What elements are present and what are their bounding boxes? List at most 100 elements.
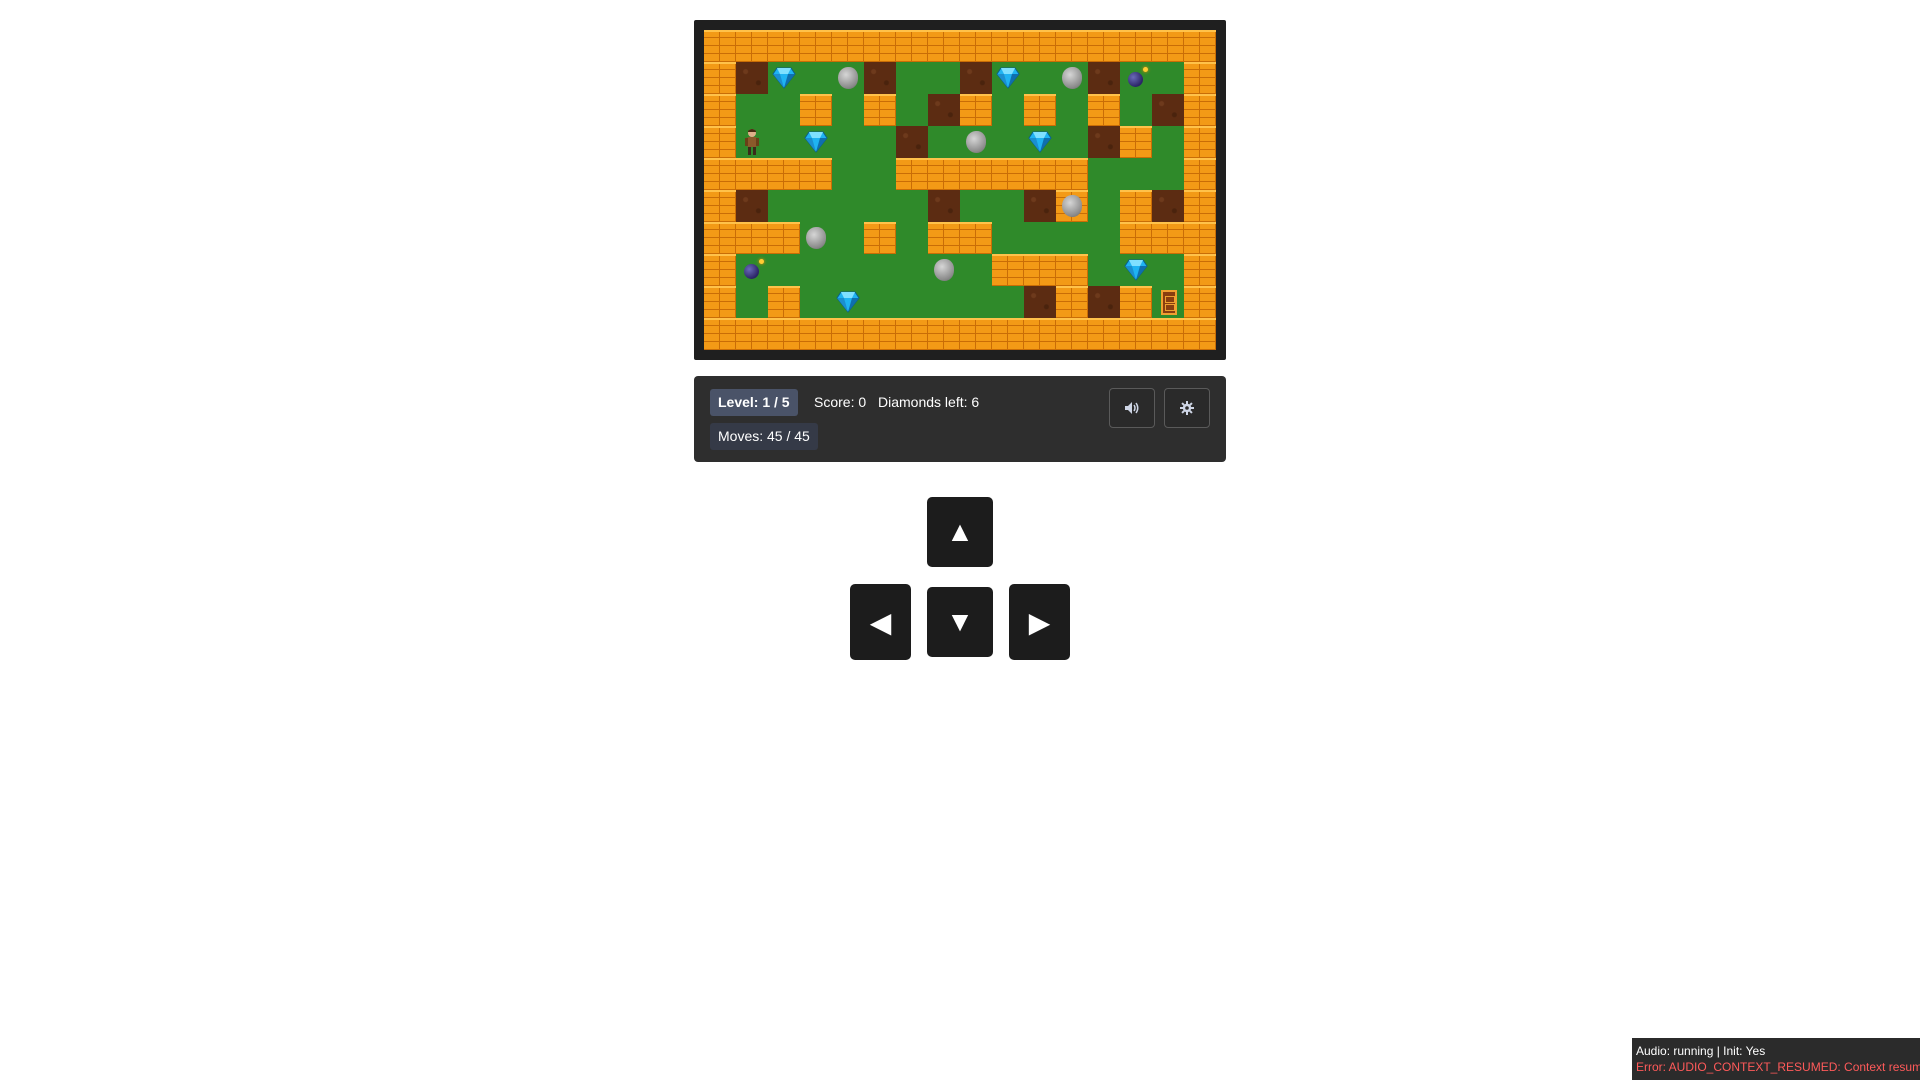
game-board-frame (694, 20, 1226, 360)
bomb-icon (744, 259, 764, 279)
tile-brick-wall (1184, 30, 1216, 62)
tile-brick-wall (1088, 318, 1120, 350)
tile-grass-floor (928, 62, 960, 94)
tile-grass-floor (864, 286, 896, 318)
tile-grass-floor (1088, 222, 1120, 254)
tile-grass-floor (1120, 62, 1152, 94)
tile-dirt (736, 62, 768, 94)
tile-brick-wall (1056, 318, 1088, 350)
tile-brick-wall (768, 286, 800, 318)
tile-brick-wall (864, 30, 896, 62)
tile-grass-floor (832, 286, 864, 318)
tile-grass-floor (992, 94, 1024, 126)
tile-brick-wall (1056, 30, 1088, 62)
score-display: Score: 0 (814, 394, 867, 410)
tile-dirt (928, 190, 960, 222)
tile-grass-floor (896, 254, 928, 286)
tile-brick-wall (960, 94, 992, 126)
tile-grass-floor (1152, 254, 1184, 286)
tile-brick-wall (864, 94, 896, 126)
speaker-icon (1125, 402, 1139, 414)
move-left-button[interactable]: ◀ (850, 584, 911, 660)
tile-brick-wall (800, 30, 832, 62)
tile-brick-wall (1152, 222, 1184, 254)
tile-grass-floor (832, 126, 864, 158)
move-up-button[interactable]: ▲ (927, 497, 993, 567)
audio-state-text: Audio: running | Init: Yes (1636, 1044, 1766, 1058)
tile-brick-wall (832, 318, 864, 350)
tile-grass-floor (1056, 62, 1088, 94)
tile-grass-floor (864, 254, 896, 286)
tile-grass-floor (1120, 254, 1152, 286)
moves-counter: Moves: 45 / 45 (710, 423, 818, 450)
tile-grass-floor (896, 94, 928, 126)
tile-grass-floor (736, 94, 768, 126)
tile-brick-wall (768, 318, 800, 350)
move-right-button[interactable]: ▶ (1009, 584, 1070, 660)
tile-brick-wall (768, 158, 800, 190)
tile-brick-wall (1056, 190, 1088, 222)
tile-grass-floor (992, 126, 1024, 158)
tile-brick-wall (960, 318, 992, 350)
tile-grass-floor (992, 222, 1024, 254)
tile-dirt (1088, 286, 1120, 318)
tile-brick-wall (736, 222, 768, 254)
tile-brick-wall (1024, 30, 1056, 62)
tile-brick-wall (1024, 254, 1056, 286)
tile-grass-floor (736, 126, 768, 158)
tile-brick-wall (1056, 254, 1088, 286)
game-board (704, 30, 1216, 350)
tile-brick-wall (1120, 190, 1152, 222)
tile-brick-wall (1024, 94, 1056, 126)
tile-grass-floor (1088, 254, 1120, 286)
tile-brick-wall (864, 318, 896, 350)
tile-grass-floor (864, 126, 896, 158)
tile-grass-floor (800, 254, 832, 286)
tile-dirt (1088, 62, 1120, 94)
tile-grass-floor (928, 254, 960, 286)
tile-brick-wall (896, 318, 928, 350)
tile-grass-floor (864, 190, 896, 222)
tile-grass-floor (1088, 190, 1120, 222)
tile-brick-wall (1024, 158, 1056, 190)
tile-brick-wall (704, 318, 736, 350)
tile-grass-floor (896, 62, 928, 94)
tile-brick-wall (960, 222, 992, 254)
tile-brick-wall (1120, 126, 1152, 158)
tile-grass-floor (832, 222, 864, 254)
tile-dirt (960, 62, 992, 94)
tile-brick-wall (1184, 62, 1216, 94)
tile-grass-floor (832, 94, 864, 126)
tile-brick-wall (1184, 126, 1216, 158)
tile-brick-wall (992, 254, 1024, 286)
tile-dirt (1152, 190, 1184, 222)
tile-brick-wall (736, 158, 768, 190)
tile-grass-floor (800, 62, 832, 94)
tile-grass-floor (928, 286, 960, 318)
tile-grass-floor (832, 254, 864, 286)
tile-grass-floor (832, 62, 864, 94)
settings-button[interactable] (1164, 388, 1210, 428)
tile-grass-floor (1024, 126, 1056, 158)
sound-toggle-button[interactable] (1109, 388, 1155, 428)
audio-error-text: Error: AUDIO_CONTEXT_RESUMED: Context re… (1636, 1060, 1920, 1074)
level-indicator: Level: 1 / 5 (710, 389, 798, 416)
tile-brick-wall (928, 30, 960, 62)
tile-brick-wall (1184, 254, 1216, 286)
tile-grass-floor (1088, 158, 1120, 190)
boulder-icon (1062, 195, 1082, 217)
tile-brick-wall (960, 30, 992, 62)
tile-brick-wall (1088, 30, 1120, 62)
tile-grass-floor (800, 126, 832, 158)
tile-grass-floor (1120, 94, 1152, 126)
tile-brick-wall (960, 158, 992, 190)
tile-grass-floor (1056, 94, 1088, 126)
tile-grass-floor (896, 286, 928, 318)
tile-grass-floor (1152, 286, 1184, 318)
audio-debug-status: Audio: running | Init: Yes Error: AUDIO_… (1632, 1038, 1920, 1080)
tile-grass-floor (768, 94, 800, 126)
tile-brick-wall (832, 30, 864, 62)
move-down-button[interactable]: ▼ (927, 587, 993, 657)
tile-brick-wall (992, 30, 1024, 62)
tile-grass-floor (864, 158, 896, 190)
